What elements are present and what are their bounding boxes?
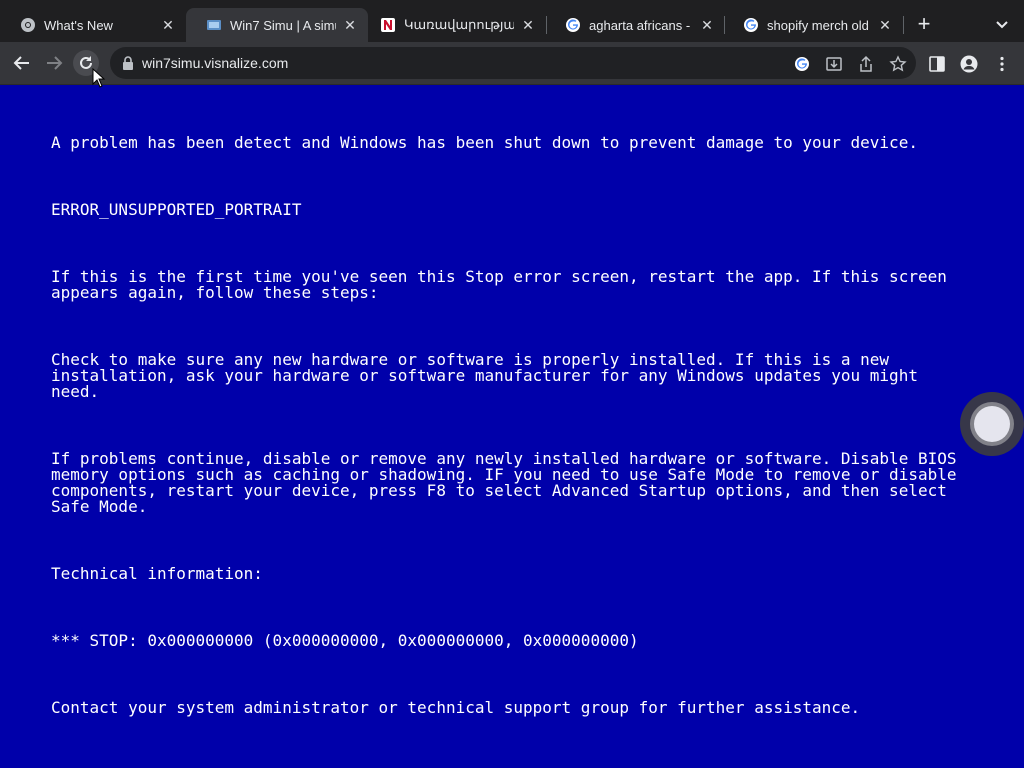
tab-title: Win7 Simu | A simul bbox=[230, 17, 336, 33]
close-icon[interactable]: ✕ bbox=[160, 17, 176, 33]
tab-whats-new[interactable]: What's New ✕ bbox=[0, 8, 186, 42]
profile-avatar-icon[interactable] bbox=[960, 55, 978, 73]
google-lens-icon[interactable] bbox=[793, 55, 811, 73]
close-icon[interactable]: ✕ bbox=[877, 17, 893, 33]
close-icon[interactable]: ✕ bbox=[520, 17, 536, 33]
tab-win7-simu[interactable]: Win7 Simu | A simul ✕ bbox=[186, 8, 368, 42]
chrome-icon bbox=[20, 17, 36, 33]
forward-arrow-icon bbox=[47, 56, 63, 70]
google-icon bbox=[565, 17, 581, 33]
assistive-touch-circle-icon bbox=[974, 406, 1010, 442]
bsod-check-info: Check to make sure any new hardware or s… bbox=[51, 350, 918, 401]
share-icon[interactable] bbox=[857, 55, 875, 73]
back-arrow-icon bbox=[13, 56, 29, 70]
menu-kebab-icon[interactable] bbox=[993, 55, 1011, 73]
bsod-headline: A problem has been detect and Windows ha… bbox=[51, 133, 918, 152]
forward-button[interactable] bbox=[41, 50, 67, 76]
bsod-error-code: ERROR_UNSUPPORTED_PORTRAIT bbox=[51, 200, 302, 219]
bookmark-star-icon[interactable] bbox=[889, 55, 907, 73]
bsod-contact: Contact your system administrator or tec… bbox=[51, 698, 861, 717]
new-tab-button[interactable]: + bbox=[912, 12, 936, 36]
close-icon[interactable]: ✕ bbox=[342, 17, 358, 33]
tab-armenian-news[interactable]: Կառավարության p ✕ bbox=[360, 8, 546, 42]
tab-shopify-search[interactable]: shopify merch old m ✕ bbox=[723, 8, 903, 42]
install-app-icon[interactable] bbox=[825, 55, 843, 73]
back-button[interactable] bbox=[9, 50, 35, 76]
side-panel-icon[interactable] bbox=[928, 55, 946, 73]
lock-icon[interactable] bbox=[120, 55, 136, 71]
mouse-cursor-icon bbox=[92, 68, 106, 88]
tab-strip: What's New ✕ Win7 Simu | A simul ✕ Կառավ… bbox=[0, 0, 1024, 46]
tab-title: Կառավարության p bbox=[404, 17, 514, 32]
close-icon[interactable]: ✕ bbox=[699, 17, 715, 33]
news-n-favicon bbox=[380, 17, 396, 33]
url-text[interactable]: win7simu.visnalize.com bbox=[142, 47, 288, 79]
bsod-problems-info: If problems continue, disable or remove … bbox=[51, 449, 957, 516]
address-bar[interactable]: win7simu.visnalize.com bbox=[110, 47, 916, 79]
bsod-technical-heading: Technical information: bbox=[51, 564, 263, 583]
tab-agharta-search[interactable]: agharta africans - G ✕ bbox=[545, 8, 725, 42]
tab-search-chevron-icon[interactable] bbox=[992, 14, 1012, 34]
win7simu-favicon bbox=[206, 17, 222, 33]
browser-toolbar: win7simu.visnalize.com bbox=[0, 42, 1024, 85]
bsod-stop-code: *** STOP: 0x000000000 (0x000000000, 0x00… bbox=[51, 631, 639, 650]
tab-title: shopify merch old m bbox=[767, 17, 871, 33]
tab-title: What's New bbox=[44, 17, 113, 33]
assistive-touch-button[interactable] bbox=[960, 392, 1024, 456]
bsod-screen: A problem has been detect and Windows ha… bbox=[0, 85, 1024, 768]
google-icon bbox=[743, 17, 759, 33]
tab-divider bbox=[903, 16, 904, 34]
bsod-restart-info: If this is the first time you've seen th… bbox=[51, 267, 947, 302]
tab-title: agharta africans - G bbox=[589, 17, 693, 33]
